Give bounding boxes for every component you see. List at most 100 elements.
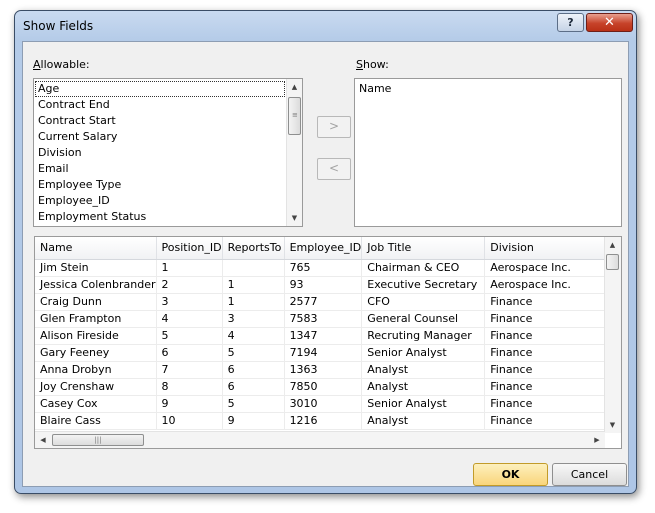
- close-button[interactable]: ✕: [586, 13, 633, 32]
- table-cell: Analyst: [361, 412, 486, 430]
- scroll-thumb[interactable]: ≡: [288, 97, 301, 135]
- table-cell: Finance: [484, 344, 608, 362]
- table-row[interactable]: Glen Frampton 4 3 7583 General Counsel Financ…: [35, 310, 608, 328]
- table-cell: Finance: [484, 412, 608, 430]
- grip-icon: ≡: [292, 111, 298, 119]
- table-cell: 4: [222, 327, 285, 345]
- grid-scroll-left-icon[interactable]: ◀: [35, 432, 51, 448]
- show-mnemonic: S: [356, 58, 363, 71]
- allowable-item[interactable]: Age: [35, 81, 285, 97]
- show-label-text: how:: [362, 58, 389, 71]
- table-cell: 7194: [284, 344, 363, 362]
- grid-horizontal-scrollbar[interactable]: ◀ ||| ▶: [35, 431, 605, 448]
- grid-vertical-scrollbar[interactable]: ▲ ▼: [604, 237, 621, 433]
- grid-scroll-thumb[interactable]: [606, 254, 619, 270]
- table-cell: 8: [156, 378, 223, 396]
- grid-scroll-up-icon[interactable]: ▲: [605, 237, 620, 253]
- table-cell: Casey Cox: [35, 395, 157, 413]
- table-cell: 6: [156, 344, 223, 362]
- allowable-item[interactable]: Current Salary: [35, 129, 285, 145]
- table-row[interactable]: Alison Fireside 5 4 1347 Recruting Manager Fi…: [35, 327, 608, 345]
- grid-body: Jim Stein 1 765 Chairman & CEO Aerospace Inc…: [35, 259, 608, 430]
- help-button[interactable]: ?: [557, 13, 584, 32]
- table-cell: 9: [222, 412, 285, 430]
- allowable-item[interactable]: Employee_ID: [35, 193, 285, 209]
- table-cell: Recruting Manager: [361, 327, 486, 345]
- show-items: Name: [356, 81, 619, 97]
- table-cell: 9: [156, 395, 223, 413]
- table-cell: 1363: [284, 361, 363, 379]
- table-cell: Glen Frampton: [35, 310, 157, 328]
- ok-button[interactable]: OK: [473, 463, 548, 486]
- table-cell: 93: [284, 276, 363, 294]
- table-cell: 3010: [284, 395, 363, 413]
- table-cell: Craig Dunn: [35, 293, 157, 311]
- table-cell: 6: [222, 361, 285, 379]
- table-row[interactable]: Craig Dunn 3 1 2577 CFO Finance: [35, 293, 608, 311]
- allowable-item[interactable]: Contract Start: [35, 113, 285, 129]
- table-cell: 1347: [284, 327, 363, 345]
- table-cell: 3: [222, 310, 285, 328]
- column-header[interactable]: Name: [35, 237, 157, 260]
- table-cell: [222, 259, 285, 277]
- grid-header-row: Name Position_ID ReportsTo Employee_ID Job T…: [35, 237, 608, 260]
- table-row[interactable]: Jim Stein 1 765 Chairman & CEO Aerospace Inc…: [35, 259, 608, 277]
- table-cell: 7: [156, 361, 223, 379]
- table-cell: 10: [156, 412, 223, 430]
- cancel-button[interactable]: Cancel: [552, 463, 627, 486]
- table-cell: 1: [156, 259, 223, 277]
- allowable-item[interactable]: Employment Status: [35, 209, 285, 225]
- column-header[interactable]: ReportsTo: [222, 237, 285, 260]
- column-header[interactable]: Job Title: [361, 237, 486, 260]
- column-header[interactable]: Position_ID: [156, 237, 223, 260]
- table-cell: 765: [284, 259, 363, 277]
- title-bar[interactable]: Show Fields ? ✕: [15, 11, 636, 41]
- allowable-listbox[interactable]: Age Contract End Contract Start Current Sal…: [33, 78, 303, 227]
- remove-field-button[interactable]: <: [317, 158, 351, 180]
- table-cell: Senior Analyst: [361, 395, 486, 413]
- allowable-item[interactable]: Division: [35, 145, 285, 161]
- table-cell: 5: [222, 344, 285, 362]
- table-cell: 5: [156, 327, 223, 345]
- add-field-button[interactable]: >: [317, 116, 351, 138]
- table-cell: 1216: [284, 412, 363, 430]
- show-listbox[interactable]: Name: [354, 78, 622, 227]
- table-cell: Gary Feeney: [35, 344, 157, 362]
- allowable-item[interactable]: Email: [35, 161, 285, 177]
- table-cell: Senior Analyst: [361, 344, 486, 362]
- table-cell: Finance: [484, 378, 608, 396]
- column-header[interactable]: Employee_ID: [284, 237, 363, 260]
- table-row[interactable]: Casey Cox 9 5 3010 Senior Analyst Finance: [35, 395, 608, 413]
- dialog-title: Show Fields: [23, 19, 94, 33]
- column-header[interactable]: Division: [484, 237, 608, 260]
- table-cell: Analyst: [361, 378, 486, 396]
- table-cell: 1: [222, 293, 285, 311]
- allowable-item[interactable]: Employee Type: [35, 177, 285, 193]
- table-cell: Blaire Cass: [35, 412, 157, 430]
- table-cell: Alison Fireside: [35, 327, 157, 345]
- grid-scroll-down-icon[interactable]: ▼: [605, 417, 620, 433]
- table-row[interactable]: Anna Drobyn 7 6 1363 Analyst Finance: [35, 361, 608, 379]
- show-item[interactable]: Name: [356, 81, 619, 97]
- show-label: Show:: [356, 58, 389, 71]
- grid-hscroll-thumb[interactable]: |||: [52, 434, 144, 446]
- table-cell: Aerospace Inc.: [484, 276, 608, 294]
- table-row[interactable]: Jessica Colenbrander 2 1 93 Executive Secret…: [35, 276, 608, 294]
- table-cell: Executive Secretary: [361, 276, 486, 294]
- table-cell: Chairman & CEO: [361, 259, 486, 277]
- scroll-down-icon[interactable]: ▼: [287, 210, 302, 226]
- scroll-up-icon[interactable]: ▲: [287, 79, 302, 95]
- table-cell: 2: [156, 276, 223, 294]
- table-row[interactable]: Gary Feeney 6 5 7194 Senior Analyst Finance: [35, 344, 608, 362]
- table-row[interactable]: Blaire Cass 10 9 1216 Analyst Finance: [35, 412, 608, 430]
- allowable-item[interactable]: Contract End: [35, 97, 285, 113]
- table-row[interactable]: Joy Crenshaw 8 6 7850 Analyst Finance: [35, 378, 608, 396]
- table-cell: Finance: [484, 293, 608, 311]
- grid-scroll-right-icon[interactable]: ▶: [589, 432, 605, 448]
- table-cell: Jessica Colenbrander: [35, 276, 157, 294]
- table-cell: 5: [222, 395, 285, 413]
- allowable-label-text: llowable:: [40, 58, 90, 71]
- allowable-scrollbar[interactable]: ▲ ≡ ▼: [286, 79, 302, 226]
- table-cell: 2577: [284, 293, 363, 311]
- employee-grid[interactable]: Name Position_ID ReportsTo Employee_ID Job T…: [34, 236, 622, 449]
